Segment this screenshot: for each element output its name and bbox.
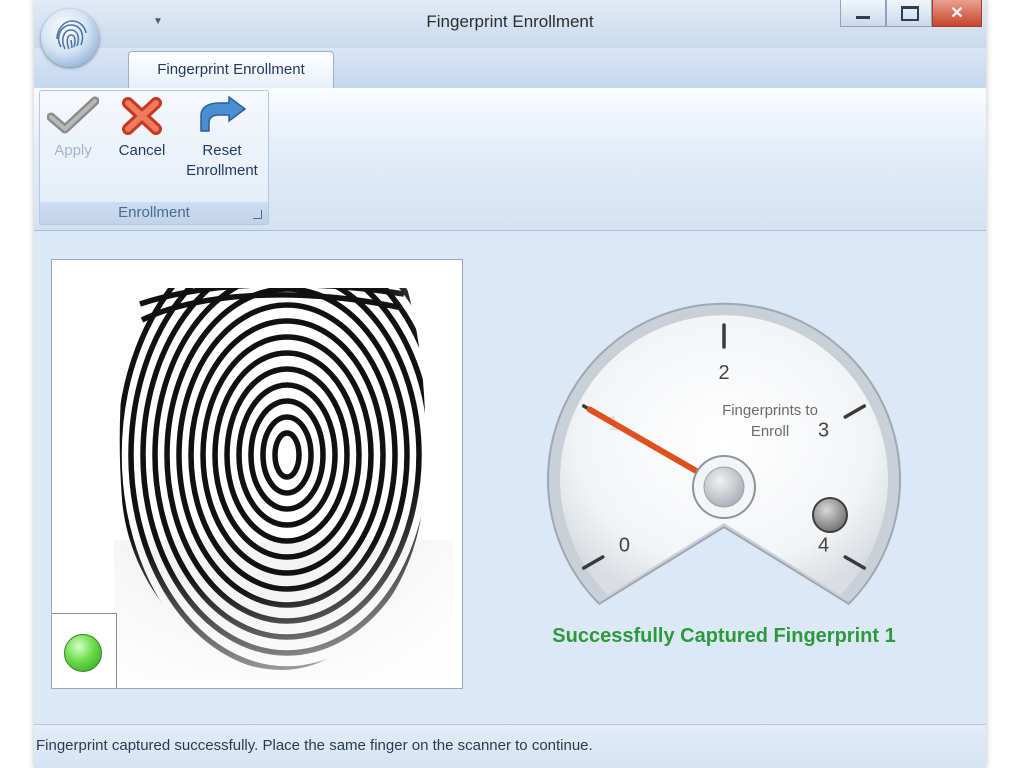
status-bar-text: Fingerprint captured successfully. Place… [36,737,593,754]
cancel-button[interactable]: Cancel [110,95,174,161]
scanner-status-led-icon [64,634,102,672]
gauge-indicator-knob-icon [812,497,848,533]
ribbon-tab-strip: Fingerprint Enrollment [34,48,986,89]
gauge-hub [703,466,745,508]
reset-label-line1: Reset [202,142,242,159]
gauge-tick-label-4: 4 [818,535,829,557]
gauge-caption-line2: Enroll [751,423,789,440]
apply-button[interactable]: Apply [42,95,104,161]
gauge-caption-line1: Fingerprints to [722,402,818,419]
close-button[interactable] [932,0,982,27]
ribbon-group-enrollment: Apply Cancel Reset Enrollment Enrollment [39,90,269,225]
tab-fingerprint-enrollment[interactable]: Fingerprint Enrollment [128,51,334,89]
application-menu-button[interactable] [41,9,99,67]
enrollment-gauge: 0 1 2 3 4 Fingerprints to Enroll [547,302,901,606]
reset-enrollment-button[interactable]: Reset Enrollment [178,95,266,181]
fingerprint-preview [51,259,463,689]
gauge-tick-label-2: 2 [718,362,729,384]
gauge-tick-label-0: 0 [619,535,630,557]
enrollment-window: ▼ Fingerprint Enrollment Fingerprint Enr… [34,0,986,768]
minimize-button[interactable] [840,0,886,27]
enrollment-group-title: Enrollment [118,204,190,221]
gauge-tick-label-3: 3 [818,420,829,442]
maximize-button[interactable] [886,0,932,27]
cancel-label: Cancel [118,142,166,159]
capture-result-message: Successfully Captured Fingerprint 1 [552,625,896,647]
red-x-icon [122,97,162,135]
reset-label-line2: Enrollment [186,162,258,179]
main-content: 0 1 2 3 4 Fingerprints to Enroll Success… [34,231,986,723]
ribbon-group-label: Enrollment [40,202,268,224]
fingerprint-logo-icon [56,20,87,50]
ribbon-panel: Apply Cancel Reset Enrollment Enrollment [34,88,986,231]
checkmark-icon [47,96,99,134]
window-controls [840,0,982,30]
title-bar: ▼ Fingerprint Enrollment [34,0,986,48]
undo-arrow-icon [200,95,247,132]
dialog-launcher-icon[interactable] [253,210,262,219]
scanner-status-box [52,613,117,688]
status-bar: Fingerprint captured successfully. Place… [34,724,986,768]
apply-label: Apply [54,142,92,159]
